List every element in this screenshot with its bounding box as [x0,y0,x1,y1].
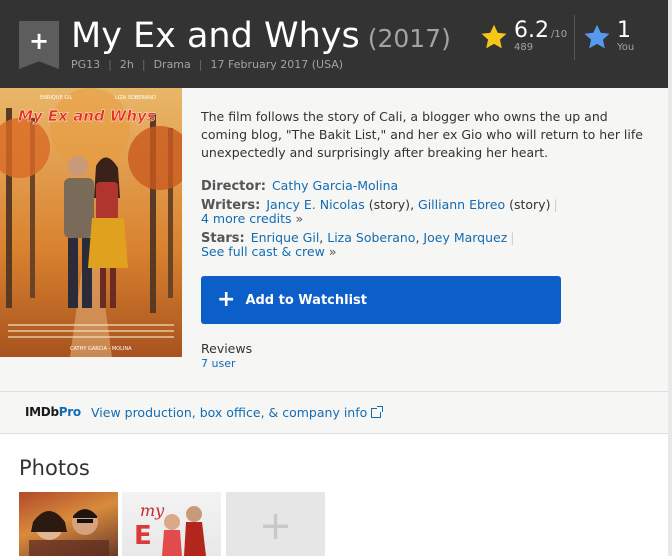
writer-link-2[interactable]: Gilliann Ebreo [418,197,505,212]
photos-section: Photos my E + [0,434,672,556]
user-rating-value: 1 [617,18,631,43]
user-reviews-link[interactable]: 7 user [201,357,236,370]
movie-title-text: My Ex and Whys [71,16,360,56]
writers-more: 4 more credits » [201,211,303,227]
movie-title: My Ex and Whys (2017) [71,14,451,61]
writer-link-1[interactable]: Jancy E. Nicolas [266,197,364,212]
director-link[interactable]: Cathy Garcia-Molina [272,178,398,193]
poster-actor-right: LIZA SOBERANO [115,95,156,101]
writer-role-1: (story) [368,197,411,212]
photo-thumbnail-2[interactable]: my E [122,492,221,556]
add-to-watchlist-button[interactable]: + Add to Watchlist [201,276,561,324]
imdbpro-bar: IMDbPro View production, box office, & c… [0,392,672,434]
rating-max: /10 [551,29,568,40]
external-link-icon [371,406,384,418]
plus-icon: + [28,27,50,55]
movie-year[interactable]: (2017) [368,24,451,53]
title-bar: + My Ex and Whys (2017) PG13 | 2h | Drama | 17 … [0,0,672,88]
user-star-icon[interactable] [583,23,611,51]
more-credits-arrow: » [295,211,304,226]
star-link-3[interactable]: Joey Marquez [423,230,507,245]
runtime: 2h [119,58,134,71]
scrollbar[interactable] [668,0,672,556]
writer-role-2: (story) [509,197,551,212]
director-label: Director: [201,179,266,194]
photo-thumb-text: my [140,501,165,520]
movie-poster[interactable]: ENRIQUE GIL LIZA SOBERANO My Ex and Whys… [0,88,182,357]
poster-director-credit: CATHY GARCIA - MOLINA [70,346,132,352]
poster-image: ENRIQUE GIL LIZA SOBERANO My Ex and Whys… [0,88,182,357]
star-link-2[interactable]: Liza Soberano [327,230,415,245]
svg-text:E: E [134,521,152,551]
genre-link[interactable]: Drama [154,58,191,71]
photo-image-2: my E [134,501,206,556]
user-rating-label: You [617,42,635,53]
plot-summary: The film follows the story of Cali, a bl… [201,109,643,160]
rating-count[interactable]: 489 [514,42,533,53]
photo-thumbnail-1[interactable] [19,492,118,556]
imdbpro-link[interactable]: View production, box office, & company i… [91,405,384,420]
full-cast-arrow: » [328,244,337,259]
main-overview: ENRIQUE GIL LIZA SOBERANO My Ex and Whys… [0,88,672,392]
full-cast-link[interactable]: See full cast & crew [201,244,325,259]
add-photo-placeholder[interactable]: + [226,492,325,556]
stars-more: See full cast & crew » [201,244,336,260]
poster-actor-left: ENRIQUE GIL [40,95,73,101]
director-credit: Director: Cathy Garcia-Molina [201,178,398,195]
imdbpro-logo[interactable]: IMDbPro [25,405,81,419]
star-link-1[interactable]: Enrique Gil [251,230,320,245]
photo-image-1 [29,509,109,556]
watchlist-ribbon[interactable]: + [19,21,59,69]
plus-icon: + [217,287,236,312]
title-subtext: PG13 | 2h | Drama | 17 February 2017 (USA) [71,58,344,71]
certificate: PG13 [71,58,101,71]
add-photo-icon: + [258,503,293,549]
more-credits-link[interactable]: 4 more credits [201,211,292,226]
rating-divider [574,15,575,60]
star-icon [481,24,507,49]
photos-heading: Photos [19,456,90,480]
reviews-label: Reviews [201,341,253,356]
poster-title: My Ex and Whys [18,107,156,125]
release-date-link[interactable]: 17 February 2017 (USA) [211,58,344,71]
add-to-watchlist-label: Add to Watchlist [245,292,367,308]
